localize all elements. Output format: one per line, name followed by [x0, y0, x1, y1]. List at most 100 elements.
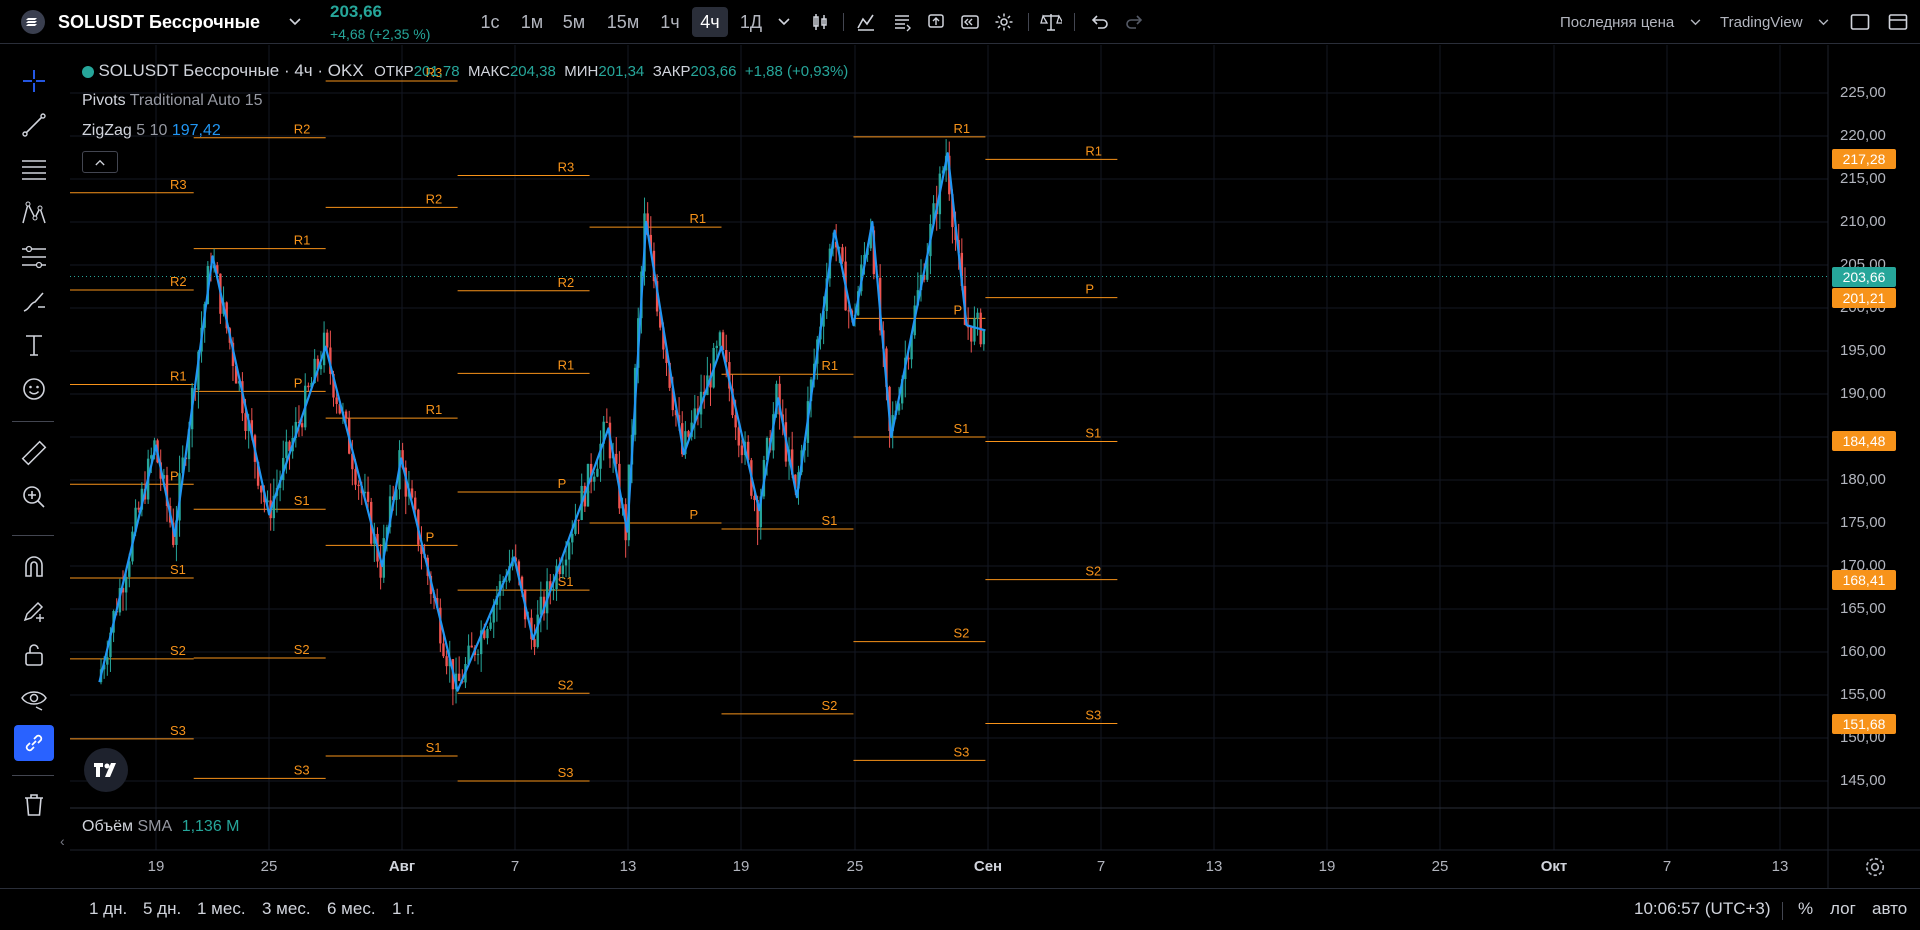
- candle-body: [715, 345, 718, 348]
- pivot-label: P: [1085, 282, 1094, 297]
- time-tick-label: 19: [1318, 858, 1336, 875]
- legend-low: 201,34: [598, 63, 645, 80]
- price-tick-label: 155,00: [1840, 686, 1886, 703]
- price-tag: 201,21: [1832, 287, 1896, 308]
- candle-body: [486, 628, 489, 639]
- legend-change: +1,88 (+0,93%): [744, 63, 849, 80]
- pivot-label: P: [953, 302, 962, 317]
- candle-body: [357, 484, 360, 487]
- candle-body: [285, 441, 288, 458]
- price-tag: 203,66: [1832, 266, 1896, 287]
- candle-body: [366, 491, 370, 502]
- pivot-label: P: [294, 375, 303, 390]
- pivot-label: R1: [558, 357, 575, 372]
- legend-symbol[interactable]: SOLUSDT Бессрочные · 4ч · OKX: [98, 61, 363, 80]
- percent-toggle[interactable]: %: [1798, 899, 1813, 919]
- candle-body: [489, 622, 492, 629]
- pivot-label: S1: [294, 493, 310, 508]
- candle-body: [973, 318, 976, 342]
- price-tick-label: 195,00: [1840, 342, 1886, 359]
- pivots-legend[interactable]: Pivots Traditional Auto 15: [82, 92, 263, 110]
- candle-body: [740, 445, 744, 456]
- candle-body: [718, 332, 722, 346]
- legend-high-label: МАКС: [468, 63, 510, 80]
- pivot-label: S2: [1085, 564, 1101, 579]
- range-1d[interactable]: 1 дн.: [89, 899, 127, 919]
- pivot-label: S2: [822, 698, 838, 713]
- candle-body: [244, 413, 247, 431]
- candle-body: [326, 332, 329, 348]
- candle-body: [571, 533, 574, 543]
- pivot-label: R1: [426, 402, 443, 417]
- pivot-label: P: [426, 529, 435, 544]
- time-tick-label: 7: [1662, 858, 1672, 875]
- candle-body: [593, 476, 596, 482]
- range-3m[interactable]: 3 мес.: [262, 899, 311, 919]
- pivot-label: S1: [953, 421, 969, 436]
- time-tick-label: 25: [260, 858, 278, 875]
- pivot-label: S2: [953, 626, 969, 641]
- volume-value: 1,136 M: [181, 818, 240, 835]
- pivot-label: S1: [1085, 425, 1101, 440]
- candle-body: [470, 645, 473, 648]
- pivot-label: R1: [822, 358, 839, 373]
- pivot-label: P: [690, 507, 699, 522]
- range-6m[interactable]: 6 мес.: [327, 899, 376, 919]
- candle-body: [413, 497, 417, 510]
- pivot-label: P: [558, 476, 567, 491]
- price-tag: 151,68: [1832, 713, 1896, 734]
- toolbar-divider: [1782, 902, 1783, 920]
- time-tick-label: 7: [1096, 858, 1106, 875]
- price-tick-label: 180,00: [1840, 471, 1886, 488]
- symbol-legend: SOLUSDT Бессрочные · 4ч · OKX ОТКР201,78…: [82, 61, 848, 81]
- zigzag-value: 197,42: [171, 122, 221, 139]
- legend-low-label: МИН: [564, 63, 599, 80]
- price-tick-label: 160,00: [1840, 643, 1886, 660]
- legend-open: 201,78: [413, 63, 460, 80]
- candle-body: [982, 330, 986, 345]
- candle-body: [445, 656, 448, 667]
- log-toggle[interactable]: лог: [1830, 899, 1856, 919]
- price-chart[interactable]: R3R2R1PS1S2S3R2R1PS1S2S3R3R2R1PS1R3R2R1P…: [0, 0, 1920, 930]
- time-tick-label: 13: [1771, 858, 1789, 875]
- candle-body: [567, 542, 571, 560]
- price-tick-label: 175,00: [1840, 514, 1886, 531]
- time-tick-label: Авг: [388, 858, 416, 875]
- time-tick-label: Сен: [973, 858, 1003, 875]
- clock-timezone[interactable]: 10:06:57 (UTC+3): [1634, 899, 1771, 919]
- candle-body: [552, 588, 555, 590]
- candle-body: [561, 565, 565, 575]
- price-tick-label: 165,00: [1840, 600, 1886, 617]
- time-tick-label: 13: [619, 858, 637, 875]
- legend-open-label: ОТКР: [374, 63, 414, 80]
- range-5d[interactable]: 5 дн.: [143, 899, 181, 919]
- range-1m[interactable]: 1 мес.: [197, 899, 246, 919]
- volume-params: SMA: [137, 818, 172, 835]
- candle-body: [106, 657, 109, 665]
- pivot-label: S1: [170, 562, 186, 577]
- candlesticks: [99, 139, 986, 706]
- candle-body: [564, 559, 568, 566]
- range-1y[interactable]: 1 г.: [392, 899, 415, 919]
- time-tick-label: 13: [1205, 858, 1223, 875]
- pivot-label: R1: [170, 369, 187, 384]
- axis-settings-gear-icon[interactable]: [1864, 856, 1886, 881]
- pivot-label: R3: [558, 160, 575, 175]
- candle-body: [307, 385, 310, 388]
- pivot-label: S3: [294, 762, 310, 777]
- collapse-legend-chevron-up-icon[interactable]: [82, 151, 118, 173]
- pivot-label: S1: [426, 740, 442, 755]
- zigzag-name: ZigZag: [82, 122, 132, 139]
- pivot-label: S1: [822, 513, 838, 528]
- time-tick-label: 19: [732, 858, 750, 875]
- pivot-label: S3: [953, 744, 969, 759]
- auto-toggle[interactable]: авто: [1872, 899, 1907, 919]
- pivot-label: R1: [690, 211, 707, 226]
- pivot-levels: R3R2R1PS1S2S3R2R1PS1S2S3R3R2R1PS1R3R2R1P…: [70, 65, 1118, 782]
- pivot-label: R1: [953, 121, 970, 136]
- time-tick-label: 25: [1431, 858, 1449, 875]
- zigzag-legend[interactable]: ZigZag 5 10 197,42: [82, 122, 221, 140]
- tradingview-logo-icon[interactable]: [84, 748, 128, 792]
- candle-body: [457, 673, 461, 681]
- volume-legend[interactable]: Объём SMA 1,136 M: [82, 818, 240, 836]
